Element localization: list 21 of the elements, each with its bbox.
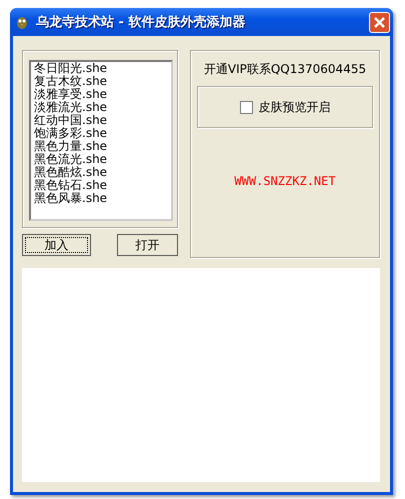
skin-list-item[interactable]: 红动中国.she: [34, 114, 168, 127]
add-button[interactable]: 加入: [22, 234, 91, 256]
skin-list-item[interactable]: 黑色钻石.she: [34, 179, 168, 192]
window-title: 乌龙寺技术站 - 软件皮肤外壳添加器: [36, 14, 246, 31]
preview-checkbox[interactable]: [240, 100, 252, 114]
checkbox-label: 皮肤预览开启: [258, 98, 330, 116]
skin-list-item[interactable]: 冬日阳光.she: [34, 62, 168, 75]
bird-icon: [14, 14, 30, 30]
skin-list-item[interactable]: 黑色流光.she: [34, 153, 168, 166]
skin-list-item[interactable]: 黑色酷炫.she: [34, 166, 168, 179]
close-icon: [373, 16, 386, 28]
open-button[interactable]: 打开: [117, 234, 178, 256]
skin-list-item[interactable]: 淡雅享受.she: [34, 88, 168, 101]
website-text: WWW.SNZZKZ.NET: [234, 174, 336, 188]
skin-list-item[interactable]: 淡雅流光.she: [34, 101, 168, 114]
skin-list-item[interactable]: 黑色风暴.she: [34, 192, 168, 205]
close-button[interactable]: [369, 12, 390, 32]
skin-list-item[interactable]: 黑色力量.she: [34, 140, 168, 153]
vip-contact-text: 开通VIP联系QQ1370604455: [204, 61, 366, 78]
skin-list-item[interactable]: 复古木纹.she: [34, 75, 168, 88]
skin-list-item[interactable]: 饱满多彩.she: [34, 127, 168, 140]
